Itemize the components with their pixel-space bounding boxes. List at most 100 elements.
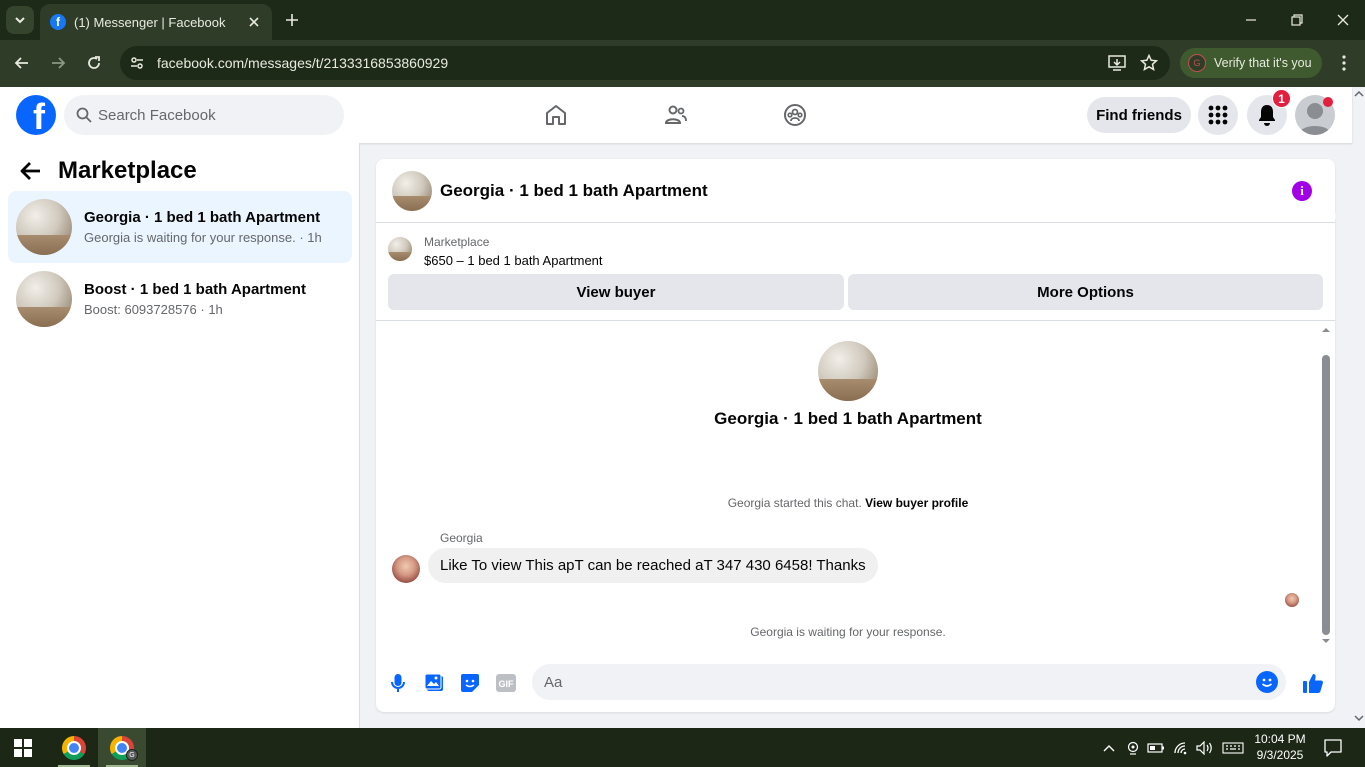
search-input[interactable] — [98, 106, 318, 124]
attach-media-button[interactable] — [422, 671, 446, 695]
install-icon — [1108, 55, 1126, 71]
emoji-button[interactable] — [1256, 671, 1278, 693]
message-bubble[interactable]: Like To view This apT can be reached aT … — [428, 548, 878, 583]
chat-title[interactable]: Georgia · 1 bed 1 bath Apartment — [440, 181, 708, 201]
microphone-icon — [391, 674, 405, 692]
tray-webcam-icon[interactable] — [1124, 739, 1142, 757]
groups-icon — [784, 104, 806, 126]
tune-icon — [131, 57, 143, 69]
taskbar-chrome-profile-app[interactable]: G — [98, 728, 146, 767]
browser-tab-strip: f (1) Messenger | Facebook — [0, 0, 1365, 40]
find-friends-button[interactable]: Find friends — [1087, 97, 1191, 133]
message-composer[interactable] — [532, 664, 1286, 700]
like-button[interactable] — [1301, 671, 1325, 695]
page-scroll-down-icon[interactable] — [1354, 714, 1364, 722]
chat-header: Georgia · 1 bed 1 bath Apartment — [376, 159, 1335, 223]
arrow-left-icon — [20, 162, 40, 180]
chrome-profile-badge: G — [126, 749, 138, 761]
taskbar-clock[interactable]: 10:04 PM 9/3/2025 — [1248, 731, 1312, 763]
view-buyer-button[interactable]: View buyer — [388, 274, 844, 310]
restore-button[interactable] — [1287, 10, 1307, 30]
tray-volume-icon[interactable] — [1196, 739, 1214, 757]
conversation-name: Boost · 1 bed 1 bath Apartment — [84, 281, 306, 298]
tab-close-button[interactable] — [246, 14, 262, 30]
nav-home[interactable] — [542, 101, 570, 129]
listing-thumbnail — [16, 271, 72, 327]
windows-taskbar: G 10:04 PM 9/3/2025 — [0, 728, 1365, 767]
friends-icon — [664, 105, 687, 124]
conversation-item-boost[interactable]: Boost · 1 bed 1 bath Apartment Boost: 60… — [8, 263, 352, 335]
scroll-up-arrow-icon[interactable] — [1321, 325, 1331, 335]
facebook-top-nav: f Find friends — [0, 87, 1352, 223]
bell-icon — [1259, 105, 1275, 126]
notification-center-icon[interactable] — [1323, 738, 1343, 758]
grid-menu-icon — [1208, 105, 1228, 125]
nav-friends[interactable] — [662, 101, 690, 129]
search-icon — [76, 107, 92, 123]
view-buyer-profile-link[interactable]: View buyer profile — [865, 496, 968, 510]
sender-name: Georgia — [440, 531, 483, 545]
menu-button[interactable] — [1198, 95, 1238, 135]
sender-avatar[interactable] — [392, 555, 420, 583]
info-icon[interactable]: i — [1292, 181, 1312, 201]
minimize-button[interactable] — [1241, 10, 1261, 30]
tray-battery-icon[interactable] — [1147, 739, 1165, 757]
close-icon — [1337, 14, 1349, 26]
close-window-button[interactable] — [1333, 10, 1353, 30]
svg-text:GIF: GIF — [499, 679, 515, 689]
listing-label: Marketplace — [424, 235, 490, 249]
conversation-title: Georgia · 1 bed 1 bath Apartment — [714, 409, 982, 428]
reload-button[interactable] — [83, 52, 105, 74]
marketplace-sidebar: Marketplace Georgia · 1 bed 1 bath Apart… — [0, 143, 360, 728]
conversation-item-georgia[interactable]: Georgia · 1 bed 1 bath Apartment Georgia… — [8, 191, 352, 263]
message-input[interactable] — [544, 673, 1234, 691]
chat-scrollbar-thumb[interactable] — [1322, 355, 1330, 635]
forward-button[interactable] — [47, 52, 69, 74]
chevron-up-icon — [1103, 745, 1115, 752]
tray-keyboard-icon[interactable] — [1221, 739, 1245, 757]
new-tab-button[interactable] — [282, 10, 302, 30]
windows-start-icon[interactable] — [14, 739, 32, 757]
show-hidden-icons-button[interactable] — [1100, 739, 1118, 757]
taskbar-chrome-app[interactable] — [50, 728, 98, 767]
tray-wifi-icon[interactable] — [1172, 739, 1190, 757]
reload-icon — [88, 56, 100, 69]
sidebar-header: Marketplace — [20, 157, 197, 185]
close-icon — [249, 17, 259, 27]
waiting-note: Georgia is waiting for your response. — [750, 625, 946, 639]
tab-title: (1) Messenger | Facebook — [74, 14, 226, 30]
voice-clip-button[interactable] — [386, 671, 410, 695]
profile-alert-dot — [1323, 97, 1333, 107]
install-app-button[interactable] — [1106, 52, 1128, 74]
keyboard-icon — [1222, 742, 1244, 754]
sidebar-title: Marketplace — [58, 157, 197, 184]
read-receipt-avatar — [1285, 593, 1299, 607]
site-info-button[interactable] — [126, 52, 148, 74]
page-scroll-up-icon[interactable] — [1354, 90, 1364, 98]
star-icon — [1140, 54, 1158, 72]
started-text: Georgia started this chat. — [727, 496, 862, 510]
nav-groups[interactable] — [781, 101, 809, 129]
plus-icon — [286, 14, 298, 26]
verify-identity-chip[interactable]: G Verify that it's you — [1180, 48, 1322, 78]
conversation-listing-photo — [818, 341, 878, 401]
facebook-logo[interactable]: f — [16, 95, 56, 135]
address-bar[interactable]: facebook.com/messages/t/2133316853860929 — [120, 46, 1170, 80]
home-icon — [546, 105, 566, 125]
back-button[interactable] — [20, 161, 42, 181]
chat-listing-thumbnail[interactable] — [392, 170, 432, 211]
browser-menu-button[interactable] — [1334, 52, 1354, 74]
camera-icon — [1127, 741, 1139, 755]
notification-count-badge: 1 — [1272, 89, 1291, 108]
browser-tab-messenger[interactable]: f (1) Messenger | Facebook — [40, 4, 272, 40]
verify-text: Verify that it's you — [1214, 56, 1312, 70]
back-button[interactable] — [11, 52, 33, 74]
gif-button[interactable]: GIF — [494, 671, 518, 695]
tab-search-button[interactable] — [6, 6, 34, 34]
more-options-button[interactable]: More Options — [848, 274, 1323, 310]
bookmark-button[interactable] — [1138, 52, 1160, 74]
scroll-down-arrow-icon[interactable] — [1321, 636, 1331, 646]
thumbs-up-icon — [1303, 674, 1323, 693]
search-box[interactable] — [64, 95, 344, 135]
sticker-button[interactable] — [458, 671, 482, 695]
